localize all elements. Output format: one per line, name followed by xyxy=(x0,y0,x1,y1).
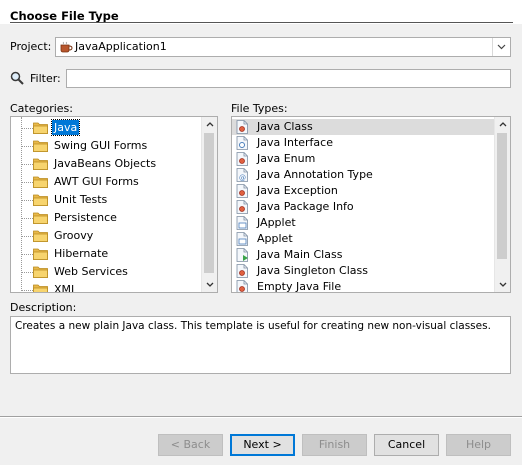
categories-scrollbar[interactable] xyxy=(201,117,217,292)
scroll-down-icon[interactable] xyxy=(495,277,510,292)
file-type-item[interactable]: Java Enum xyxy=(232,151,494,167)
file-type-label: Java Main Class xyxy=(257,248,343,261)
header-divider xyxy=(10,22,513,23)
description-label: Description: xyxy=(10,301,77,314)
category-item[interactable]: JavaBeans Objects xyxy=(11,155,197,173)
categories-tree[interactable]: Java Swing GUI Forms JavaBeans Objects AWT … xyxy=(10,116,218,293)
category-label: Unit Tests xyxy=(54,193,108,206)
project-combobox[interactable]: JavaApplication1 xyxy=(55,37,511,57)
file-type-item[interactable]: Empty Java File xyxy=(232,279,494,293)
file-type-item[interactable]: @ Java Annotation Type xyxy=(232,167,494,183)
applet-icon xyxy=(236,232,248,246)
java-main-class-icon xyxy=(236,248,248,262)
category-item[interactable]: Swing GUI Forms xyxy=(11,137,197,155)
scroll-up-icon[interactable] xyxy=(202,117,217,132)
java-singleton-icon xyxy=(236,264,248,278)
scroll-down-icon[interactable] xyxy=(202,277,217,292)
footer-divider-highlight xyxy=(0,417,522,418)
java-enum-icon xyxy=(236,152,248,166)
scroll-thumb[interactable] xyxy=(497,133,507,259)
category-label: JavaBeans Objects xyxy=(54,157,157,170)
japplet-icon xyxy=(236,216,248,230)
java-class-icon xyxy=(236,120,248,134)
category-item[interactable]: Hibernate xyxy=(11,245,197,263)
file-type-label: Applet xyxy=(257,232,293,245)
search-icon xyxy=(10,71,24,85)
category-label: Web Services xyxy=(54,265,128,278)
folder-icon xyxy=(33,284,48,292)
help-button[interactable]: Help xyxy=(446,434,511,456)
folder-icon xyxy=(33,230,48,242)
empty-java-file-icon xyxy=(236,280,248,292)
filter-label: Filter: xyxy=(30,72,61,85)
next-button[interactable]: Next > xyxy=(230,434,295,456)
category-label: XML xyxy=(54,283,78,293)
category-label: Swing GUI Forms xyxy=(54,139,148,152)
project-label: Project: xyxy=(10,40,52,53)
category-label: AWT GUI Forms xyxy=(54,175,139,188)
file-types-list[interactable]: Java Class Java Interface Java Enum @ Java A… xyxy=(231,116,511,293)
file-type-label: Java Exception xyxy=(257,184,338,197)
java-interface-icon xyxy=(236,136,248,150)
folder-icon xyxy=(33,122,48,134)
file-type-label: JApplet xyxy=(257,216,296,229)
file-type-label: Java Interface xyxy=(257,136,333,149)
java-exception-icon xyxy=(236,184,248,198)
category-label: Persistence xyxy=(54,211,117,224)
java-annotation-icon: @ xyxy=(236,168,248,182)
category-label: Hibernate xyxy=(54,247,109,260)
file-type-item[interactable]: Java Exception xyxy=(232,183,494,199)
file-type-item[interactable]: Java Interface xyxy=(232,135,494,151)
file-type-label: Java Singleton Class xyxy=(257,264,368,277)
description-text: Creates a new plain Java class. This tem… xyxy=(10,316,511,374)
scroll-up-icon[interactable] xyxy=(495,117,510,132)
chevron-down-icon[interactable] xyxy=(492,38,510,56)
folder-icon xyxy=(33,158,48,170)
folder-icon xyxy=(33,266,48,278)
folder-icon xyxy=(33,248,48,260)
category-item[interactable]: XML xyxy=(11,281,197,293)
coffee-cup-icon xyxy=(60,41,73,53)
back-button[interactable]: < Back xyxy=(158,434,223,456)
wizard-header: Choose File Type xyxy=(0,0,522,24)
svg-text:@: @ xyxy=(239,174,246,182)
file-types-label: File Types: xyxy=(231,102,288,115)
filter-input[interactable] xyxy=(66,69,511,88)
category-item[interactable]: Java xyxy=(11,119,197,137)
folder-icon xyxy=(33,140,48,152)
scroll-thumb[interactable] xyxy=(204,133,214,273)
step-title: Choose File Type xyxy=(10,9,119,23)
finish-button[interactable]: Finish xyxy=(302,434,367,456)
project-value: JavaApplication1 xyxy=(75,40,167,53)
folder-icon xyxy=(33,176,48,188)
category-label: Groovy xyxy=(54,229,94,242)
file-type-label: Java Package Info xyxy=(257,200,354,213)
file-type-item[interactable]: JApplet xyxy=(232,215,494,231)
folder-icon xyxy=(33,194,48,206)
file-type-label: Java Annotation Type xyxy=(257,168,373,181)
file-type-item[interactable]: Applet xyxy=(232,231,494,247)
file-type-item[interactable]: Java Package Info xyxy=(232,199,494,215)
file-type-item[interactable]: Java Main Class xyxy=(232,247,494,263)
file-type-label: Java Class xyxy=(257,120,313,133)
file-type-item[interactable]: Java Class xyxy=(232,119,494,135)
file-types-scrollbar[interactable] xyxy=(494,117,510,292)
category-item[interactable]: Groovy xyxy=(11,227,197,245)
file-type-item[interactable]: Java Singleton Class xyxy=(232,263,494,279)
file-type-label: Java Enum xyxy=(257,152,316,165)
java-package-info-icon xyxy=(236,200,248,214)
categories-label: Categories: xyxy=(10,102,73,115)
category-item[interactable]: Web Services xyxy=(11,263,197,281)
cancel-button[interactable]: Cancel xyxy=(374,434,439,456)
category-item[interactable]: Unit Tests xyxy=(11,191,197,209)
category-item[interactable]: Persistence xyxy=(11,209,197,227)
file-type-label: Empty Java File xyxy=(257,280,342,293)
folder-icon xyxy=(33,212,48,224)
category-item[interactable]: AWT GUI Forms xyxy=(11,173,197,191)
category-label: Java xyxy=(50,119,81,136)
